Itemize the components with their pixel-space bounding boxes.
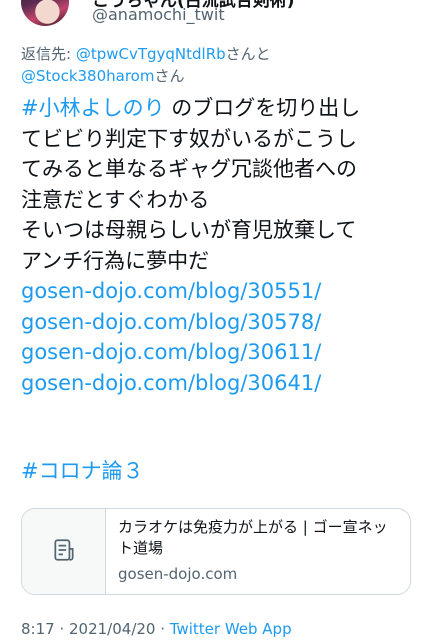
document-icon	[51, 537, 77, 567]
tweet-line: てみると単なるギャグ冗談他者への	[21, 157, 357, 181]
reply-conj: さんと	[225, 45, 271, 63]
meta-separator: ·	[54, 620, 69, 638]
author-handle[interactable]: @anamochi_twit	[92, 5, 225, 24]
tweet-line: てビビり判定下す奴がいるがこうし	[21, 126, 357, 151]
blog-link[interactable]: gosen-dojo.com/blog/30551/	[21, 276, 416, 307]
hashtag-link[interactable]: #小林よしのり	[21, 96, 165, 120]
blog-link[interactable]: gosen-dojo.com/blog/30641/	[21, 368, 416, 399]
link-preview-card[interactable]: カラオケは免疫力が上がる | ゴー宣ネット道場 gosen-dojo.com	[21, 508, 411, 595]
card-body: カラオケは免疫力が上がる | ゴー宣ネット道場 gosen-dojo.com	[106, 509, 410, 594]
blog-link[interactable]: gosen-dojo.com/blog/30611/	[21, 337, 416, 368]
tweet-line: アンチ行為に夢中だ	[21, 248, 210, 273]
card-domain: gosen-dojo.com	[118, 565, 238, 583]
reply-user-link-1[interactable]: @tpwCvTgyqNtdlRb	[76, 45, 226, 63]
tweet-time[interactable]: 8:17	[21, 620, 55, 638]
meta-separator: ·	[155, 620, 170, 638]
reply-prefix: 返信先:	[21, 45, 76, 63]
blog-link[interactable]: gosen-dojo.com/blog/30578/	[21, 307, 416, 338]
tweet-header: こうちゃん(古流試合剣術) @anamochi_twit	[0, 0, 431, 40]
avatar[interactable]	[21, 0, 69, 26]
tweet-text: #小林よしのり のブログを切り出し てビビり判定下す奴がいるがこうし てみると単…	[21, 93, 416, 398]
hashtag-link[interactable]: #コロナ論３	[21, 455, 144, 485]
reply-user-link-2[interactable]: @Stock380harom	[21, 67, 154, 85]
tweet-line: そいつは母親らしいが育児放棄して	[21, 218, 357, 242]
tweet-source[interactable]: Twitter Web App	[170, 620, 292, 638]
tweet-line: #小林よしのり のブログを切り出し	[21, 93, 416, 124]
tweet-line: 注意だとすぐわかる	[21, 187, 210, 212]
card-thumbnail	[22, 509, 106, 594]
reply-suffix: さん	[154, 67, 185, 85]
card-title: カラオケは免疫力が上がる | ゴー宣ネット道場	[118, 518, 388, 557]
tweet-date[interactable]: 2021/04/20	[69, 620, 155, 638]
reply-to-line: 返信先: @tpwCvTgyqNtdlRbさんと @Stock380haromさ…	[21, 43, 411, 87]
tweet-meta: 8:17 · 2021/04/20 · Twitter Web App	[21, 620, 292, 638]
tweet-text-segment: のブログを切り出し	[171, 96, 361, 120]
